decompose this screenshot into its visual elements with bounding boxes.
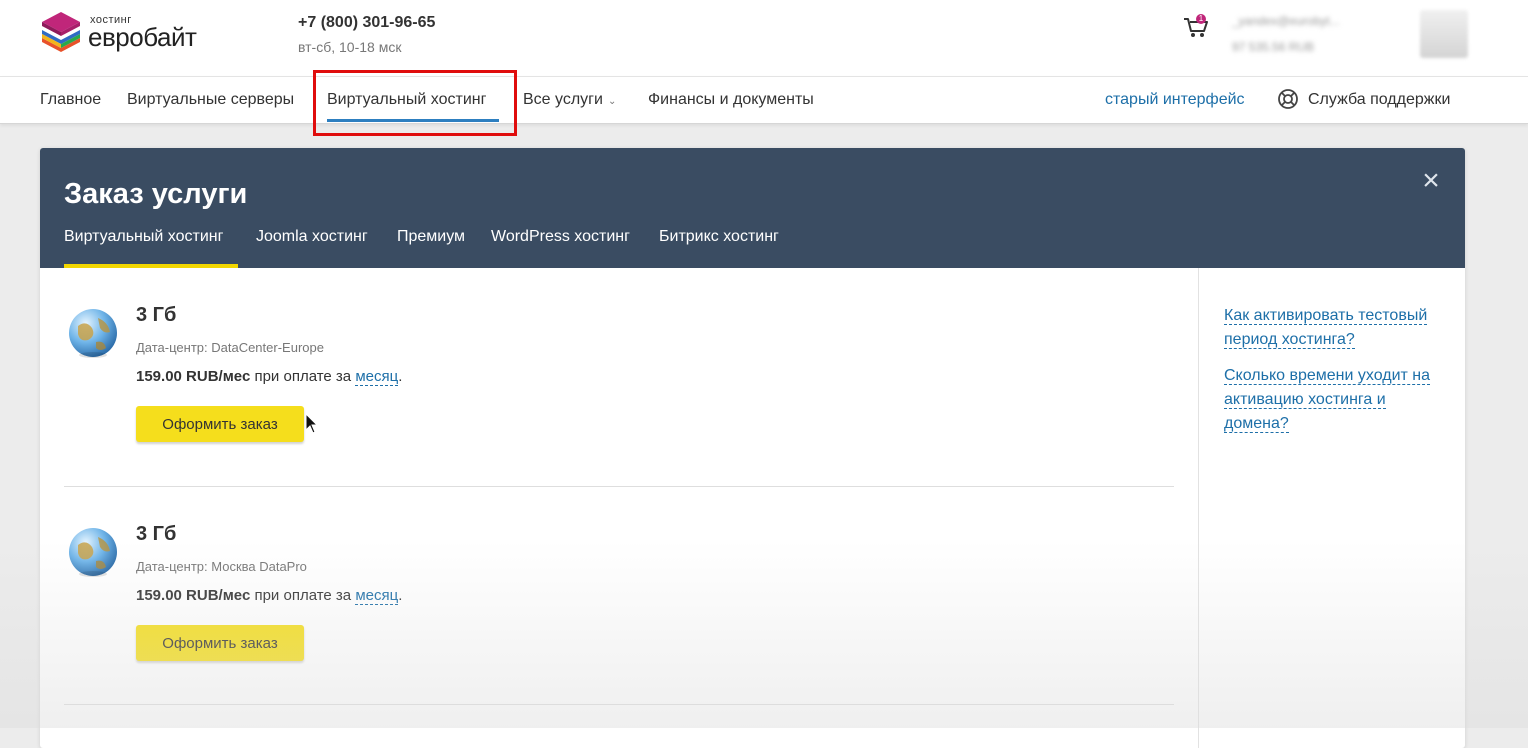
mouse-cursor-icon [305, 413, 319, 434]
cart-count-badge: 1 [1196, 14, 1206, 24]
tab-wordpress-hosting[interactable]: WordPress хостинг [491, 228, 630, 246]
support-phone[interactable]: +7 (800) 301-96-65 [298, 14, 435, 32]
lifebuoy-icon[interactable] [1277, 88, 1299, 110]
tab-bitrix-hosting[interactable]: Битрикс хостинг [659, 228, 779, 246]
top-header: хостинг евробайт +7 (800) 301-96-65 вт-с… [0, 0, 1528, 76]
close-icon[interactable]: × [1418, 166, 1444, 196]
nav-item-finance[interactable]: Финансы и документы [648, 91, 814, 109]
plan-price-amount: 159.00 RUB/мес [136, 368, 251, 385]
globe-icon [69, 309, 117, 358]
plan-title: 3 Гб [136, 304, 177, 326]
plan-datacenter: Дата-центр: DataCenter-Europe [136, 340, 324, 355]
sidebar-divider [1198, 268, 1199, 748]
plan-divider [64, 704, 1174, 705]
chevron-down-icon: ⌄ [607, 96, 617, 107]
plan-datacenter: Дата-центр: Москва DataPro [136, 559, 307, 574]
modal-title: Заказ услуги [64, 178, 248, 210]
plan-card: 3 Гб Дата-центр: DataCenter-Europe 159.0… [64, 294, 1174, 494]
faq-link-text: Сколько времени уходит на активацию хост… [1224, 367, 1431, 433]
billing-period-link[interactable]: месяц [355, 587, 399, 605]
order-service-modal: Заказ услуги × Виртуальный хостинг Jooml… [40, 148, 1465, 748]
globe-icon [69, 528, 117, 577]
old-interface-link[interactable]: старый интерфейс [1105, 91, 1245, 109]
plan-price: 159.00 RUB/мес при оплате за месяц. [136, 368, 403, 386]
support-link[interactable]: Служба поддержки [1308, 91, 1450, 109]
tab-virtual-hosting[interactable]: Виртуальный хостинг [64, 228, 223, 246]
modal-header: Заказ услуги × Виртуальный хостинг Jooml… [40, 148, 1465, 268]
plan-price-suffix: при оплате за [250, 587, 356, 604]
highlight-annotation [313, 70, 517, 136]
tab-premium[interactable]: Премиум [397, 228, 465, 246]
faq-link-text: Как активировать тестовый период хостинг… [1224, 307, 1428, 349]
nav-item-home[interactable]: Главное [40, 91, 101, 109]
plan-title: 3 Гб [136, 523, 177, 545]
plan-price-end: . [398, 587, 403, 604]
logo[interactable]: хостинг евробайт [38, 8, 218, 58]
nav-item-all-services-label: Все услуги [523, 91, 603, 108]
faq-link-test-period[interactable]: Как активировать тестовый период хостинг… [1224, 304, 1452, 352]
order-button[interactable]: Оформить заказ [136, 625, 304, 661]
nav-item-all-services[interactable]: Все услуги ⌄ [523, 91, 616, 109]
account-balance: 97 535.56 RUB [1232, 40, 1315, 54]
tab-joomla-hosting[interactable]: Joomla хостинг [256, 228, 368, 246]
logo-wordmark: евробайт [88, 22, 197, 52]
logo-icon [42, 12, 80, 52]
billing-period-link[interactable]: месяц [355, 368, 399, 386]
plan-price-amount: 159.00 RUB/мес [136, 587, 251, 604]
nav-item-virtual-servers[interactable]: Виртуальные серверы [127, 91, 294, 109]
plan-price: 159.00 RUB/мес при оплате за месяц. [136, 587, 403, 605]
avatar[interactable] [1420, 10, 1468, 58]
tab-active-indicator [64, 264, 238, 268]
plan-card: 3 Гб Дата-центр: Москва DataPro 159.00 R… [64, 513, 1174, 713]
order-button[interactable]: Оформить заказ [136, 406, 304, 442]
plan-price-end: . [398, 368, 403, 385]
plan-price-suffix: при оплате за [250, 368, 356, 385]
support-hours: вт-сб, 10-18 мск [298, 39, 402, 55]
plan-divider [64, 486, 1174, 487]
faq-link-activation-time[interactable]: Сколько времени уходит на активацию хост… [1224, 364, 1452, 436]
account-email[interactable]: _yandex@eurobyt... [1232, 14, 1402, 28]
